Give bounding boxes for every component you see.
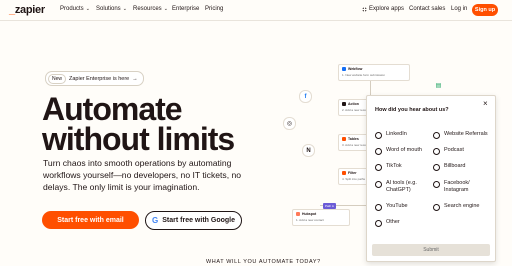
top-nav: _zapier Products ⌄ Solutions ⌄ Resources ⌄ … [0, 0, 512, 21]
radio-button[interactable] [433, 131, 440, 139]
login-link[interactable]: Log in [451, 6, 467, 12]
sheets-icon: ▤ [435, 83, 442, 89]
explore-apps-link[interactable]: Explore apps [362, 6, 404, 12]
nav-solutions[interactable]: Solutions ⌄ [96, 6, 127, 12]
action-icon [342, 102, 346, 106]
tables-icon [342, 137, 346, 141]
chevron-down-icon: ⌄ [122, 6, 127, 12]
announcement-text: Zapier Enterprise is here [69, 75, 130, 82]
arrow-right-icon: → [132, 75, 138, 82]
radio-button[interactable] [375, 203, 382, 211]
close-icon[interactable]: × [483, 99, 488, 108]
nav-pricing[interactable]: Pricing [205, 6, 223, 12]
radio-button[interactable] [375, 180, 382, 188]
option-ai-tools[interactable]: AI tools (e.g. ChatGPT) [375, 180, 425, 194]
google-icon: G [152, 216, 159, 225]
radio-button[interactable] [375, 131, 382, 139]
radio-button[interactable] [375, 163, 382, 171]
radio-button[interactable] [433, 180, 440, 188]
contact-sales-link[interactable]: Contact sales [409, 6, 445, 12]
survey-modal: × How did you hear about us? LinkedIn Wo… [366, 95, 496, 262]
option-word-of-mouth[interactable]: Word of mouth [375, 147, 422, 155]
radio-button[interactable] [375, 219, 382, 227]
grid-icon [362, 6, 367, 12]
nav-resources[interactable]: Resources ⌄ [133, 6, 168, 12]
workflow-step: Hubspot 1. Add a new contact [292, 209, 350, 226]
option-facebook-instagram[interactable]: Facebook/ Instagram [433, 180, 483, 194]
survey-question: How did you hear about us? [375, 107, 449, 113]
openai-icon: ◎ [283, 117, 296, 130]
hero-headline: Automate without limits [42, 91, 235, 157]
notion-icon: N [302, 144, 315, 157]
workflow-step: Webflow 1. New website form submission [338, 64, 410, 81]
radio-button[interactable] [433, 203, 440, 211]
hero-subtext: Turn chaos into smooth operations by aut… [43, 158, 242, 192]
path-badge: Path A [323, 203, 336, 209]
option-other[interactable]: Other [375, 219, 400, 227]
nav-enterprise[interactable]: Enterprise [172, 6, 199, 12]
option-billboard[interactable]: Billboard [433, 163, 465, 171]
start-free-email-button[interactable]: Start free with email [42, 211, 139, 229]
zapier-logo[interactable]: _zapier [9, 4, 45, 16]
start-free-google-button[interactable]: G Start free with Google [145, 211, 242, 230]
option-website-referrals[interactable]: Website Referrals [433, 131, 488, 139]
chevron-down-icon: ⌄ [163, 6, 168, 12]
option-youtube[interactable]: YouTube [375, 203, 408, 211]
radio-button[interactable] [375, 147, 382, 155]
radio-button[interactable] [433, 147, 440, 155]
option-tiktok[interactable]: TikTok [375, 163, 402, 171]
option-podcast[interactable]: Podcast [433, 147, 464, 155]
submit-button[interactable]: Submit [372, 244, 490, 256]
webflow-icon [342, 67, 346, 71]
option-linkedin[interactable]: LinkedIn [375, 131, 407, 139]
section-heading: WHAT WILL YOU AUTOMATE TODAY? [206, 259, 321, 265]
new-badge: New [48, 73, 67, 84]
nav-products[interactable]: Products ⌄ [60, 6, 90, 12]
option-search-engine[interactable]: Search engine [433, 203, 479, 211]
hubspot-icon [296, 212, 300, 216]
radio-button[interactable] [433, 163, 440, 171]
filter-icon [342, 171, 346, 175]
announcement-pill[interactable]: New Zapier Enterprise is here → [45, 71, 144, 86]
signup-button[interactable]: Sign up [472, 4, 498, 16]
chevron-down-icon: ⌄ [85, 6, 90, 12]
facebook-icon: f [299, 90, 312, 103]
